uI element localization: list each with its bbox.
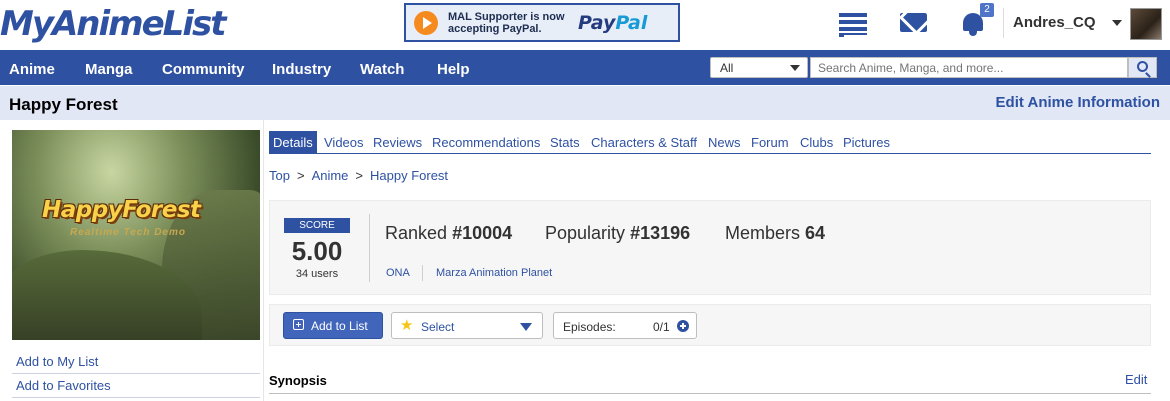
episodes-value: 0/1 — [653, 320, 670, 334]
tab-clubs[interactable]: Clubs — [796, 131, 837, 153]
search-icon — [1137, 61, 1148, 72]
paypal-banner[interactable]: MAL Supporter is now accepting PayPal. P… — [404, 3, 680, 42]
synopsis-edit-link[interactable]: Edit — [1125, 372, 1147, 387]
banner-text: MAL Supporter is now accepting PayPal. — [448, 11, 565, 35]
studio-link[interactable]: Marza Animation Planet — [436, 267, 552, 279]
chevron-down-icon — [520, 323, 532, 331]
nav-industry[interactable]: Industry — [272, 61, 331, 78]
status-select[interactable]: ★ Select — [391, 312, 543, 339]
site-logo[interactable]: MyAnimeList — [0, 6, 226, 42]
play-icon — [414, 11, 438, 35]
breadcrumb-top[interactable]: Top — [269, 168, 290, 183]
divider — [12, 373, 260, 374]
main-nav: Anime Manga Community Industry Watch Hel… — [0, 49, 1170, 85]
increment-episode-icon[interactable] — [677, 320, 689, 332]
paypal-logo: PayPal — [578, 12, 648, 34]
mail-icon[interactable] — [900, 13, 927, 32]
chevron-down-icon[interactable] — [1112, 20, 1122, 26]
cover-subtitle: Realtime Tech Demo — [70, 227, 186, 238]
tab-forum[interactable]: Forum — [747, 131, 793, 153]
site-header: MyAnimeList MAL Supporter is now accepti… — [0, 0, 1170, 49]
notification-badge: 2 — [980, 3, 994, 17]
divider — [269, 393, 1151, 394]
search-button[interactable] — [1128, 57, 1157, 78]
tab-reviews[interactable]: Reviews — [369, 131, 426, 153]
chevron-down-icon — [790, 65, 800, 71]
members-stat: Members 64 — [725, 223, 826, 243]
tab-recommendations[interactable]: Recommendations — [428, 131, 544, 153]
score-label: SCORE — [284, 218, 350, 233]
add-to-my-list-link[interactable]: Add to My List — [16, 354, 98, 369]
tab-details[interactable]: Details — [269, 131, 317, 153]
avatar[interactable] — [1130, 8, 1162, 40]
breadcrumb-anime[interactable]: Anime — [312, 168, 349, 183]
tab-pictures[interactable]: Pictures — [839, 131, 894, 153]
popularity-stat[interactable]: Popularity #13196 — [545, 223, 690, 244]
score-users: 34 users — [295, 268, 339, 280]
nav-community[interactable]: Community — [162, 61, 245, 78]
tab-characters-staff[interactable]: Characters & Staff — [587, 131, 701, 153]
divider — [422, 265, 423, 281]
add-to-list-button[interactable]: Add to List — [283, 312, 383, 339]
score-value: 5.00 — [291, 236, 343, 266]
divider — [12, 397, 260, 398]
tab-stats[interactable]: Stats — [546, 131, 584, 153]
episodes-counter: Episodes: 0/1 — [553, 312, 697, 339]
title-bar: Happy Forest Edit Anime Information — [0, 86, 1170, 120]
divider — [369, 214, 370, 282]
score-stats-panel: SCORE 5.00 34 users Ranked #10004 Popula… — [269, 200, 1151, 295]
breadcrumb: Top > Anime > Happy Forest — [269, 168, 449, 183]
search-category-select[interactable]: All — [710, 57, 808, 78]
ranked-stat[interactable]: Ranked #10004 — [385, 223, 512, 244]
anime-tabs: Details Videos Reviews Recommendations S… — [269, 130, 1151, 154]
cover-logo-text: HappyForest — [42, 197, 201, 223]
page-title: Happy Forest — [9, 95, 118, 114]
tab-news[interactable]: News — [704, 131, 745, 153]
nav-help[interactable]: Help — [437, 61, 470, 78]
column-divider — [263, 120, 264, 401]
tab-videos[interactable]: Videos — [320, 131, 368, 153]
star-icon: ★ — [400, 317, 414, 334]
search-input[interactable] — [810, 57, 1128, 78]
plus-square-icon — [293, 319, 304, 330]
nav-watch[interactable]: Watch — [360, 61, 404, 78]
anime-cover-image[interactable]: HappyForest Realtime Tech Demo — [12, 130, 260, 340]
list-actions-panel: Add to List ★ Select Episodes: 0/1 — [269, 304, 1151, 346]
list-icon[interactable] — [839, 13, 867, 37]
type-link[interactable]: ONA — [386, 267, 410, 279]
synopsis-heading: Synopsis — [269, 373, 327, 388]
add-to-favorites-link[interactable]: Add to Favorites — [16, 378, 111, 393]
nav-anime[interactable]: Anime — [9, 61, 55, 78]
edit-anime-information-link[interactable]: Edit Anime Information — [996, 94, 1160, 111]
breadcrumb-current[interactable]: Happy Forest — [370, 168, 448, 183]
user-menu[interactable]: Andres_CQ — [1013, 14, 1096, 31]
nav-manga[interactable]: Manga — [85, 61, 133, 78]
header-divider — [1003, 8, 1004, 38]
